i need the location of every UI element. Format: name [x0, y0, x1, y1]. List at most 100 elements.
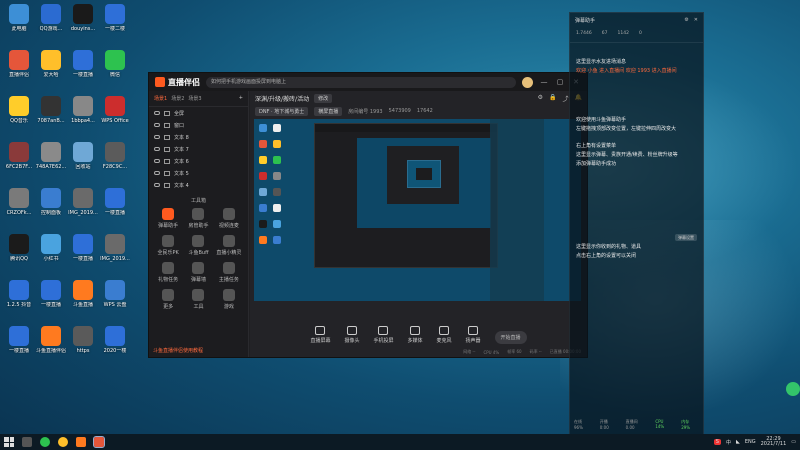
tray-item[interactable]: ◣ — [736, 439, 740, 445]
tool-item[interactable]: 全民乐PK — [153, 235, 183, 256]
source-item[interactable]: 文本 4 — [149, 179, 248, 191]
edit-title-button[interactable]: 修改 — [314, 93, 333, 103]
chat-header[interactable]: 弹幕助手 ⚙ ✕ — [570, 13, 703, 27]
clock[interactable]: 22:29 2021/7/11 — [761, 437, 787, 447]
desktop-icon[interactable]: 回收站 — [66, 142, 100, 182]
desktop-icon[interactable]: WPS 云盘 — [98, 280, 132, 320]
floating-assistant-icon[interactable] — [786, 382, 800, 396]
desktop-icon[interactable]: 7087anB... — [34, 96, 68, 136]
add-scene-button[interactable]: + — [239, 95, 243, 102]
desktop-icon[interactable]: 一楼直播 — [2, 326, 36, 366]
tray-item[interactable]: ENG — [745, 439, 756, 445]
source-button[interactable]: 扬声器 — [466, 326, 481, 344]
chat-settings-badge[interactable]: 弹幕设置 — [675, 234, 697, 241]
start-button[interactable] — [4, 437, 14, 447]
live-companion-window[interactable]: 直播伴侣 如何把手机游戏画面投屏到电脑上 — ▢ ✕ 场景1 场景2 场景3 +… — [148, 72, 588, 358]
title-bar[interactable]: 直播伴侣 如何把手机游戏画面投屏到电脑上 — ▢ ✕ — [149, 73, 587, 91]
source-item[interactable]: 全屏 — [149, 107, 248, 119]
chat-settings-icon[interactable]: ⚙ — [684, 17, 688, 23]
eye-icon[interactable] — [154, 111, 160, 115]
desktop-icon[interactable]: 直播伴侣 — [2, 50, 36, 90]
tray-item[interactable]: S — [713, 439, 721, 445]
layout-button[interactable]: 横屏直播 — [314, 106, 343, 116]
tool-item[interactable]: 更多 — [153, 289, 183, 310]
tool-item[interactable]: 礼物任务 — [153, 262, 183, 283]
chat-close-icon[interactable]: ✕ — [694, 17, 698, 23]
desktop-icon[interactable]: 1bbpa4... — [66, 96, 100, 136]
source-button[interactable]: 摄像头 — [344, 326, 359, 344]
desktop-icon[interactable]: 一楼直播 — [98, 188, 132, 228]
source-button[interactable]: 手机投屏 — [373, 326, 393, 344]
maximize-button[interactable]: ▢ — [555, 78, 565, 86]
tool-item[interactable]: 直播小精灵 — [214, 235, 244, 256]
desktop-icon[interactable]: 斗鱼直播伴侣 — [34, 326, 68, 366]
danmaku-helper-panel[interactable]: 弹幕助手 ⚙ ✕ 1.7446 67 1142 0 这里显示水友进场消息 欢迎 小鱼 … — [569, 12, 704, 436]
tool-item[interactable]: 弹幕墙 — [183, 262, 213, 283]
desktop-icon[interactable]: 微信 — [98, 50, 132, 90]
desktop-icon[interactable]: https — [66, 326, 100, 366]
eye-icon[interactable] — [154, 159, 160, 163]
tool-item[interactable]: 房管助手 — [183, 208, 213, 229]
eye-icon[interactable] — [154, 135, 160, 139]
companion-taskbar-icon[interactable] — [93, 436, 105, 448]
desktop-icon[interactable]: 小红书 — [34, 234, 68, 274]
desktop-icon[interactable]: 6FC2B7F... — [2, 142, 36, 182]
eye-icon[interactable] — [154, 171, 160, 175]
category-select[interactable]: DNF · 地下城与勇士 — [255, 106, 309, 116]
tutorial-link[interactable]: 斗鱼直播伴侣使用教程 — [153, 347, 203, 354]
source-button[interactable]: 多媒体 — [407, 326, 423, 344]
desktop-icon[interactable]: 1.2.5 抖音 — [2, 280, 36, 320]
notice-bar[interactable]: 如何把手机游戏画面投屏到电脑上 — [206, 76, 516, 88]
desktop-icon[interactable]: QQ音乐 — [2, 96, 36, 136]
share-icon[interactable]: ⤴ — [563, 94, 569, 103]
desktop-icon[interactable]: 斗鱼直播 — [66, 280, 100, 320]
tray-item[interactable]: 中 — [726, 439, 731, 446]
tab-scene-3[interactable]: 场景3 — [188, 95, 201, 102]
live-preview[interactable] — [254, 119, 581, 301]
desktop-icon[interactable]: 一楼二楼 — [98, 4, 132, 44]
desktop-icon[interactable]: 爱大哈 — [34, 50, 68, 90]
desktop-icon[interactable]: F28C9C... — [98, 142, 132, 182]
lock-icon[interactable]: 🔒 — [549, 94, 556, 103]
source-button[interactable]: 麦克风 — [437, 326, 452, 344]
tool-item[interactable]: 视频连麦 — [214, 208, 244, 229]
desktop-icon[interactable]: 一楼直播 — [66, 50, 100, 90]
desktop-icon[interactable]: WPS Office — [98, 96, 132, 136]
desktop-icon[interactable]: 一楼直播 — [66, 234, 100, 274]
browser-icon[interactable] — [40, 437, 50, 447]
start-live-button[interactable]: 开始直播 — [494, 331, 527, 344]
avatar[interactable] — [522, 76, 533, 88]
desktop-icon[interactable]: IMG_2019... — [98, 234, 132, 274]
eye-icon[interactable] — [154, 147, 160, 151]
tool-item[interactable]: 弹幕助手 — [153, 208, 183, 229]
tool-item[interactable]: 游戏 — [214, 289, 244, 310]
desktop-icon[interactable]: IMG_2019... — [66, 188, 100, 228]
desktop-icon[interactable]: 一楼直播 — [34, 280, 68, 320]
desktop-icon[interactable]: 748A7E62... — [34, 142, 68, 182]
desktop-icon[interactable]: douyins... — [66, 4, 100, 44]
tool-item[interactable]: 斗鱼Buff — [183, 235, 213, 256]
source-item[interactable]: 窗口 — [149, 119, 248, 131]
eye-icon[interactable] — [154, 123, 160, 127]
source-button[interactable]: 直播屏幕 — [310, 326, 330, 344]
search-icon[interactable] — [22, 437, 32, 447]
eye-icon[interactable] — [154, 183, 160, 187]
desktop-icon[interactable]: 控制面板 — [34, 188, 68, 228]
source-item[interactable]: 文本 7 — [149, 143, 248, 155]
source-item[interactable]: 文本 6 — [149, 155, 248, 167]
tab-scene-1[interactable]: 场景1 — [154, 95, 167, 102]
tab-scene-2[interactable]: 场景2 — [171, 95, 184, 102]
desktop-icon[interactable]: 2020一楼 — [98, 326, 132, 366]
desktop-icon[interactable]: 腾讯QQ — [2, 234, 36, 274]
douyu-taskbar-icon[interactable] — [76, 437, 86, 447]
settings-icon[interactable]: ⚙ — [538, 94, 543, 103]
tool-item[interactable]: 工具 — [183, 289, 213, 310]
desktop-icon[interactable]: 此电脑 — [2, 4, 36, 44]
tool-item[interactable]: 主播任务 — [214, 262, 244, 283]
minimize-button[interactable]: — — [539, 78, 549, 86]
source-item[interactable]: 文本 8 — [149, 131, 248, 143]
source-item[interactable]: 文本 5 — [149, 167, 248, 179]
desktop-icon[interactable]: QQ游戏... — [34, 4, 68, 44]
chrome-icon[interactable] — [58, 437, 68, 447]
notification-icon[interactable]: ▭ — [791, 439, 796, 445]
